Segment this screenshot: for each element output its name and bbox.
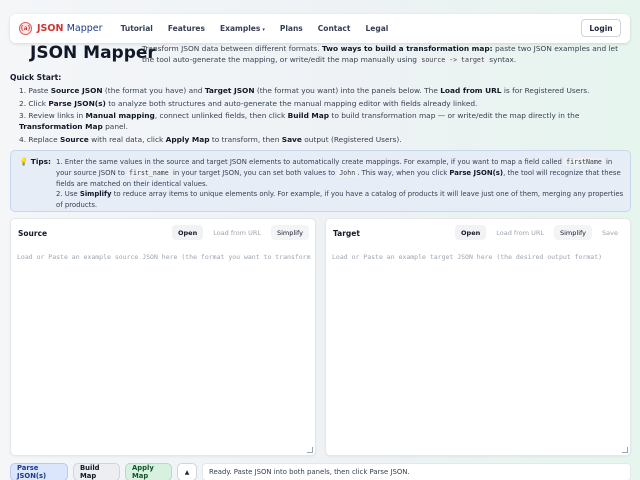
parse-json-button[interactable]: Parse JSON(s) — [10, 463, 68, 480]
chevron-up-icon: ▲ — [184, 468, 190, 476]
build-map-button[interactable]: Build Map — [73, 463, 120, 480]
target-panel: Target Open Load from URL Simplify Save … — [325, 218, 631, 456]
quick-start-step-2: 2. Click Parse JSON(s) to analyze both s… — [19, 98, 478, 108]
quick-start-list: 1. Paste Source JSON (the format you hav… — [19, 85, 627, 146]
tip-2: 2. Use Simplify to reduce array items to… — [56, 190, 624, 210]
tips-label: 💡 Tips: — [19, 157, 52, 166]
login-button[interactable]: Login — [581, 19, 621, 37]
nav-examples-dropdown[interactable]: Examples ▾ — [220, 24, 265, 33]
source-panel-title: Source — [18, 229, 48, 238]
nav-plans[interactable]: Plans — [280, 24, 303, 33]
page-description: Transform JSON data between different fo… — [142, 44, 618, 64]
brand-name: JSON Mapper — [37, 23, 103, 34]
chevron-down-icon: ▾ — [262, 27, 265, 33]
resize-handle-icon[interactable] — [622, 447, 628, 453]
source-json-editor[interactable]: Load or Paste an example source JSON her… — [17, 249, 313, 453]
nav-features[interactable]: Features — [168, 24, 205, 33]
resize-handle-icon[interactable] — [307, 447, 313, 453]
status-message: Ready. Paste JSON into both panels, then… — [202, 463, 631, 480]
action-bar: Parse JSON(s) Build Map Apply Map ▲ — [10, 463, 202, 480]
nav-links: Tutorial Features Examples ▾ Plans Contac… — [121, 24, 404, 33]
target-open-button[interactable]: Open — [455, 225, 487, 240]
target-json-editor[interactable]: Load or Paste an example target JSON her… — [332, 249, 628, 453]
quick-start-step-3: 3. Review links in Manual mapping, conne… — [19, 111, 580, 131]
nav-legal[interactable]: Legal — [365, 24, 388, 33]
source-simplify-button[interactable]: Simplify — [270, 225, 309, 240]
navbar: {a} JSON Mapper Tutorial Features Exampl… — [10, 14, 630, 43]
nav-tutorial[interactable]: Tutorial — [121, 24, 153, 33]
source-load-url-button[interactable]: Load from URL — [207, 225, 267, 240]
quick-start-title: Quick Start: — [10, 73, 62, 82]
tips-list: 1. Enter the same values in the source a… — [56, 157, 626, 211]
nav-contact[interactable]: Contact — [318, 24, 351, 33]
brand-logo-icon: {a} — [19, 22, 32, 35]
source-panel-toolbar: Open Load from URL Simplify — [168, 225, 309, 240]
target-simplify-button[interactable]: Simplify — [554, 225, 593, 240]
target-panel-toolbar: Open Load from URL Simplify Save — [451, 225, 624, 240]
source-panel: Source Open Load from URL Simplify Load … — [10, 218, 316, 456]
quick-start-step-4: 4. Replace Source with real data, click … — [19, 134, 402, 144]
tip-1: 1. Enter the same values in the source a… — [56, 158, 621, 188]
apply-map-button[interactable]: Apply Map — [125, 463, 172, 480]
page-title: JSON Mapper — [30, 43, 156, 63]
lightbulb-icon: 💡 — [19, 157, 29, 166]
scroll-up-button[interactable]: ▲ — [177, 463, 197, 480]
quick-start-step-1: 1. Paste Source JSON (the format you hav… — [19, 86, 590, 95]
target-save-button[interactable]: Save — [596, 225, 624, 240]
target-panel-title: Target — [333, 229, 360, 238]
tips-box: 💡 Tips: 1. Enter the same values in the … — [10, 150, 631, 212]
brand-link[interactable]: {a} JSON Mapper — [19, 22, 103, 35]
source-open-button[interactable]: Open — [172, 225, 204, 240]
target-load-url-button[interactable]: Load from URL — [490, 225, 550, 240]
